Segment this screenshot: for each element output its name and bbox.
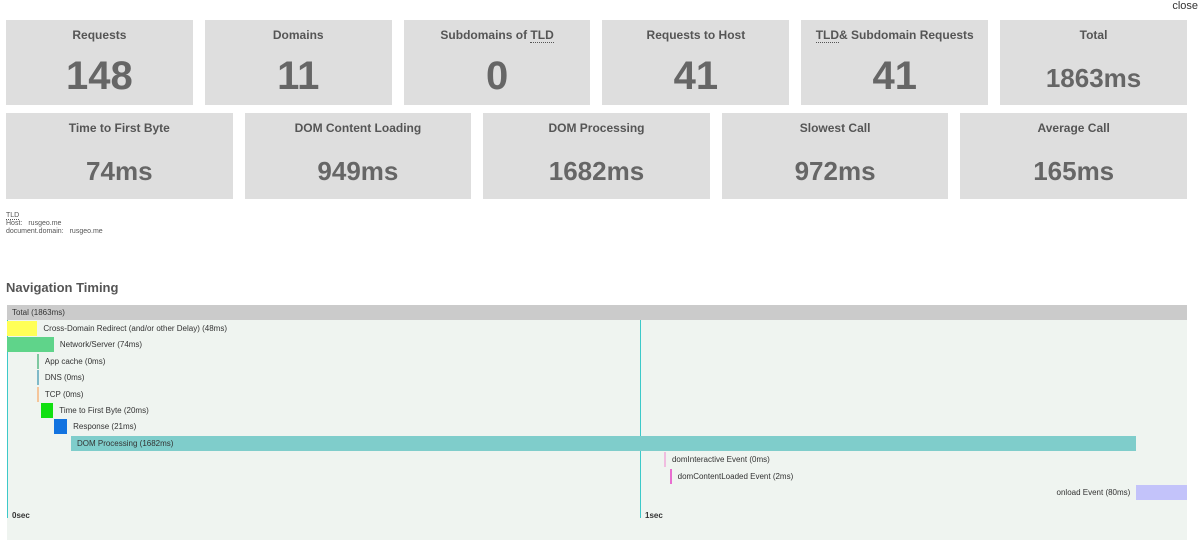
stat-card-label: Requests to Host [646,28,746,42]
navigation-timing-chart: Total (1863ms) 0sec 1sec Cross-Domain Redi… [7,305,1187,540]
stat-card-dom-processing: DOM Processing 1682ms [483,113,710,199]
summary-row-2: Time to First Byte 74ms DOM Content Loadin… [6,113,1187,199]
timing-label-time-to-first-byte: Time to First Byte (20ms) [59,406,149,415]
total-bar: Total (1863ms) [7,305,1187,320]
stat-card-subdomains-of-tld: Subdomains of TLD 0 [403,20,591,105]
stat-card-requests: Requests 148 [6,20,193,105]
host-label: Host: [6,220,23,227]
stat-card-value: 165ms [1033,156,1115,186]
timing-bar-app-cache [37,353,39,369]
tick-line-1sec [640,320,641,518]
stat-card-slowest-call: Slowest Call 972ms [721,113,949,199]
document-domain-value: rusgeo.me [69,228,103,235]
stat-card-label: DOM Processing [548,121,645,135]
stat-card-domains: Domains 11 [204,20,392,105]
stat-card-label: DOM Content Loading [294,121,422,135]
timing-bar-dns [37,370,39,386]
stat-card-label: Requests [72,28,127,42]
stat-card-requests-to-host: Requests to Host 41 [602,20,790,105]
stat-card-total: Total 1863ms [1000,20,1187,105]
host-value: rusgeo.me [28,220,62,227]
stat-card-value: 972ms [794,156,876,186]
stat-card-value: 0 [485,54,509,98]
stat-card-value: 949ms [317,156,399,186]
tld-abbr: TLD [530,28,554,43]
stat-card-label: Domains [272,28,324,42]
stat-card-label: Total [1079,28,1108,42]
stat-card-label: Average Call [1037,121,1110,135]
timing-label-dominteractive-event: domInteractive Event (0ms) [671,455,770,465]
timing-bar-tcp [37,386,39,402]
stat-card-time-to-first-byte: Time to First Byte 74ms [6,113,233,199]
timing-label-cross-domain-redirect: Cross-Domain Redirect (and/or other Dela… [43,324,228,333]
timing-label-dom-processing: DOM Processing (1682ms) [76,438,174,448]
timing-bar-time-to-first-byte [40,403,54,418]
stat-card-dom-content-loading: DOM Content Loading 949ms [244,113,472,199]
close-link[interactable]: close [1172,0,1198,12]
tld-abbr: TLD [815,28,840,43]
timing-label-domcontentloaded-event: domContentLoaded Event (2ms) [677,471,794,481]
timing-bar-dominteractive-event [664,452,666,468]
domain-info: TLD Host: rusgeo.me document.domain: rusge… [6,212,103,236]
navigation-timing-title: Navigation Timing [6,280,119,295]
timing-bar-dom-processing [70,435,1137,451]
stat-card-value: 148 [66,54,133,98]
document-domain-label: document.domain: [6,228,64,235]
label-prefix: Subdomains of [440,28,531,42]
stat-card-value: 41 [673,54,719,98]
tld-abbr: TLD [6,212,20,220]
timing-label-dns: DNS (0ms) [44,373,85,383]
tick-label-0sec: 0sec [12,511,30,520]
timing-label-response: Response (21ms) [73,422,137,432]
stat-card-label: TLD& Subdomain Requests [801,28,988,43]
stat-card-label: Time to First Byte [68,121,170,135]
timing-bar-cross-domain-redirect [7,321,38,336]
stat-card-value: 11 [277,54,320,98]
timing-label-onload-event: onload Event (80ms) [1056,488,1131,497]
stat-card-average-call: Average Call 165ms [960,113,1187,199]
stat-card-label: Slowest Call [799,121,871,135]
timing-bar-network-server [7,337,54,353]
tick-label-1sec: 1sec [645,511,663,520]
stat-card-value: 41 [872,54,917,98]
timing-bar-onload-event [1136,485,1187,500]
label-suffix: & Subdomain Requests [839,28,974,42]
stat-card-value: 74ms [86,156,153,186]
timing-bar-domcontentloaded-event [670,468,672,484]
stat-card-value: 1682ms [548,156,645,186]
summary-row-1: Requests 148 Domains 11 Subdomains of TLD 0 Re… [6,20,1187,105]
stat-card-label: Subdomains of TLD [404,28,591,43]
timing-label-app-cache: App cache (0ms) [44,356,106,366]
timing-label-network-server: Network/Server (74ms) [59,340,143,350]
stat-card-value: 1863ms [1045,63,1142,93]
stat-card-tld-subdomain-requests: TLD& Subdomain Requests 41 [801,20,989,105]
timing-bar-response [53,419,68,435]
timing-label-tcp: TCP (0ms) [44,389,84,399]
